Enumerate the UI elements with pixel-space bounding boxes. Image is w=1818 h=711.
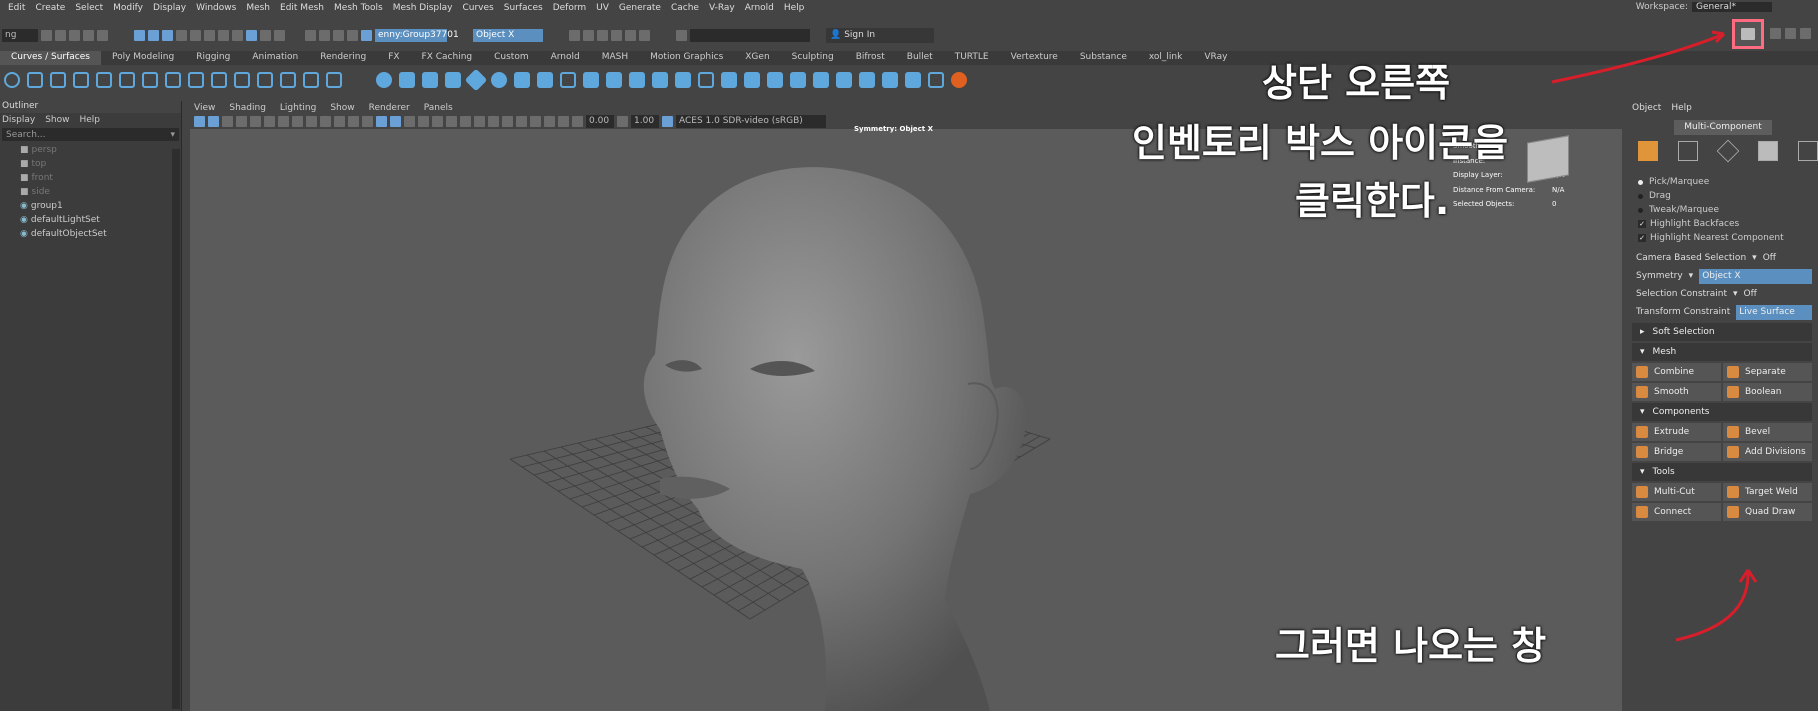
maya-window: Edit Create Select Modify Display Windows Mesh… <box>0 0 1818 711</box>
arrow-to-panel <box>1675 569 1750 642</box>
annotation-arrows <box>1551 30 1758 642</box>
arrow-to-icon <box>1551 32 1725 84</box>
